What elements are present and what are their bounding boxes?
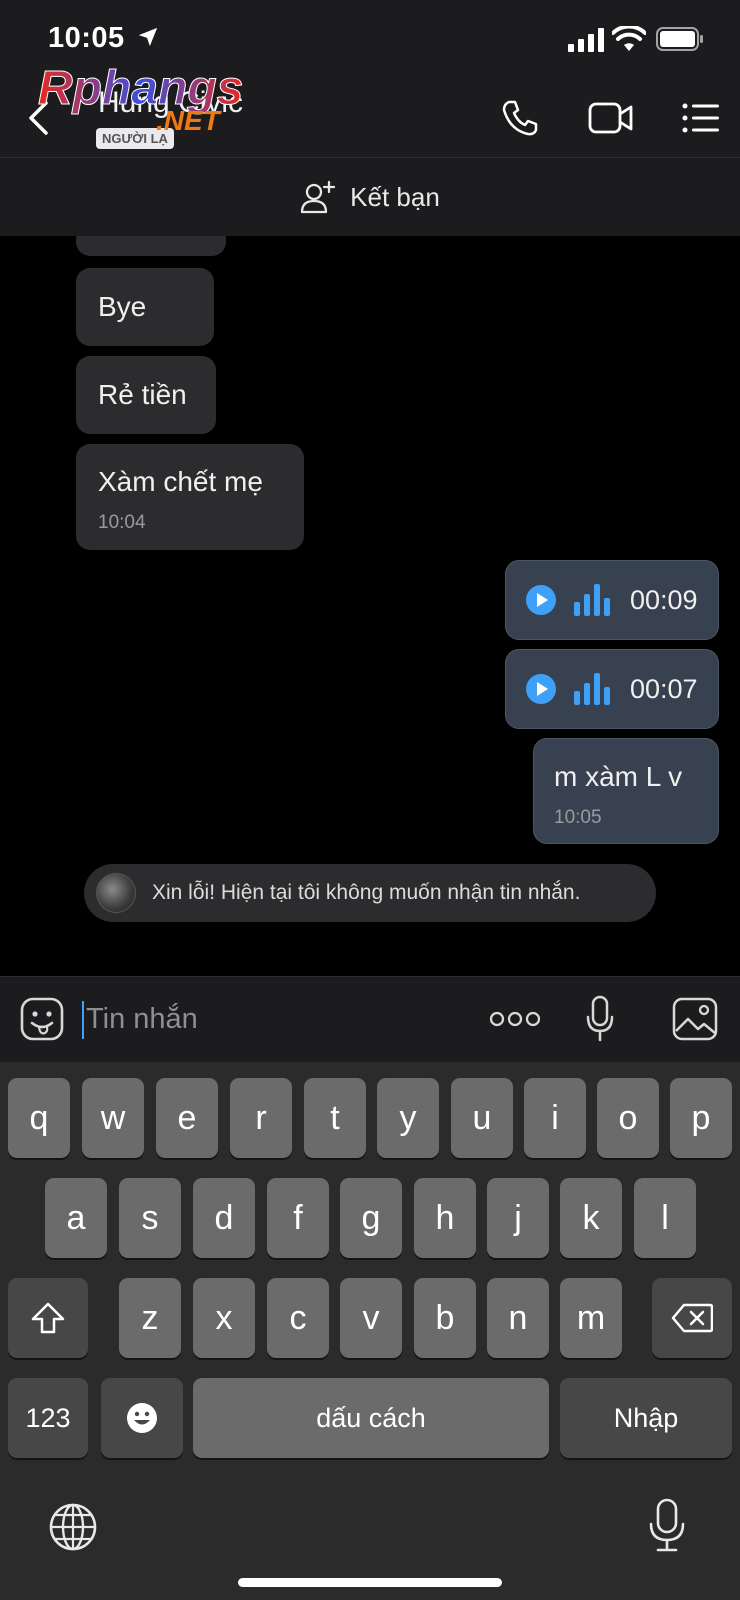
add-friend-icon	[301, 180, 336, 214]
key-i[interactable]: i	[524, 1078, 586, 1158]
audio-waveform-icon	[574, 673, 610, 705]
photo-gallery-icon[interactable]	[672, 997, 718, 1041]
message-timestamp: 10:04	[98, 512, 146, 533]
key-l[interactable]: l	[634, 1178, 696, 1258]
status-time: 10:05	[48, 22, 125, 54]
key-q[interactable]: q	[8, 1078, 70, 1158]
avatar[interactable]	[96, 873, 136, 913]
home-indicator[interactable]	[238, 1578, 502, 1587]
voice-duration: 00:07	[630, 673, 698, 704]
add-friend-label: Kết bạn	[350, 181, 440, 212]
message-bubble-incoming[interactable]: Rẻ tiền	[76, 356, 216, 434]
voice-duration: 00:09	[630, 584, 698, 615]
add-friend-button[interactable]: Kết bạn	[0, 158, 740, 236]
emoji-face-icon	[127, 1403, 157, 1433]
key-w[interactable]: w	[82, 1078, 144, 1158]
message-text: Rẻ tiền	[98, 379, 187, 410]
key-m[interactable]: m	[560, 1278, 622, 1358]
key-k[interactable]: k	[560, 1178, 622, 1258]
key-d[interactable]: d	[193, 1178, 255, 1258]
text-cursor	[82, 1001, 84, 1039]
key-u[interactable]: u	[451, 1078, 513, 1158]
wifi-icon	[612, 26, 646, 51]
voice-message-bubble[interactable]: 00:09	[505, 560, 719, 640]
shift-key[interactable]	[8, 1278, 88, 1358]
message-timestamp: 10:05	[554, 807, 602, 828]
key-x[interactable]: x	[193, 1278, 255, 1358]
message-list[interactable]: Bye Rẻ tiền Xàm chết mẹ 10:04 00:09 00:0…	[0, 236, 740, 976]
key-r[interactable]: r	[230, 1078, 292, 1158]
message-text: Bye	[98, 291, 147, 322]
video-call-icon[interactable]	[588, 100, 634, 136]
key-a[interactable]: a	[45, 1178, 107, 1258]
key-o[interactable]: o	[597, 1078, 659, 1158]
sticker-emoji-icon[interactable]	[20, 997, 64, 1041]
key-h[interactable]: h	[414, 1178, 476, 1258]
key-s[interactable]: s	[119, 1178, 181, 1258]
return-key[interactable]: Nhập	[560, 1378, 732, 1458]
location-arrow-icon	[138, 27, 158, 47]
message-bubble-outgoing[interactable]: m xàm L v 10:05	[533, 738, 719, 844]
chat-header: Hung Civic NGƯỜI LẠ Rphangs .NET	[0, 62, 740, 158]
key-b[interactable]: b	[414, 1278, 476, 1358]
message-bubble-partial[interactable]	[76, 236, 226, 256]
battery-icon	[656, 27, 703, 51]
space-key[interactable]: dấu cách	[193, 1378, 549, 1458]
key-c[interactable]: c	[267, 1278, 329, 1358]
key-j[interactable]: j	[487, 1178, 549, 1258]
watermark-logo: Rphangs .NET	[38, 62, 244, 137]
cellular-signal-icon	[568, 28, 604, 52]
emoji-keyboard-key[interactable]	[101, 1378, 183, 1458]
globe-language-icon[interactable]	[48, 1502, 98, 1552]
dictation-mic-icon[interactable]	[648, 1498, 686, 1554]
backspace-key[interactable]	[652, 1278, 732, 1358]
chat-options-menu-icon[interactable]	[682, 102, 720, 134]
numbers-key[interactable]: 123	[8, 1378, 88, 1458]
play-voice-icon[interactable]	[526, 674, 556, 704]
key-e[interactable]: e	[156, 1078, 218, 1158]
key-z[interactable]: z	[119, 1278, 181, 1358]
more-options-icon[interactable]	[490, 1009, 540, 1029]
audio-waveform-icon	[574, 584, 610, 616]
shift-arrow-icon	[31, 1302, 65, 1334]
notice-text: Xin lỗi! Hiện tại tôi không muốn nhận ti…	[152, 881, 581, 904]
message-input[interactable]: Tin nhắn	[86, 1003, 198, 1036]
message-composer: Tin nhắn	[0, 976, 740, 1062]
key-y[interactable]: y	[377, 1078, 439, 1158]
backspace-icon	[671, 1303, 713, 1333]
key-n[interactable]: n	[487, 1278, 549, 1358]
key-g[interactable]: g	[340, 1178, 402, 1258]
voice-record-mic-icon[interactable]	[585, 995, 615, 1043]
logo-suffix-text: .NET	[156, 105, 223, 136]
key-p[interactable]: p	[670, 1078, 732, 1158]
phone-call-icon[interactable]	[500, 98, 540, 138]
message-text: m xàm L v	[554, 761, 683, 792]
voice-message-bubble[interactable]: 00:07	[505, 649, 719, 729]
play-voice-icon[interactable]	[526, 585, 556, 615]
key-v[interactable]: v	[340, 1278, 402, 1358]
message-bubble-incoming[interactable]: Bye	[76, 268, 214, 346]
message-text: Xàm chết mẹ	[98, 466, 263, 497]
message-bubble-incoming[interactable]: Xàm chết mẹ 10:04	[76, 444, 304, 550]
on-screen-keyboard: q w e r t y u i o p a s d f g h j k l z …	[0, 1062, 740, 1600]
blocked-messages-notice: Xin lỗi! Hiện tại tôi không muốn nhận ti…	[84, 864, 656, 922]
key-f[interactable]: f	[267, 1178, 329, 1258]
key-t[interactable]: t	[304, 1078, 366, 1158]
